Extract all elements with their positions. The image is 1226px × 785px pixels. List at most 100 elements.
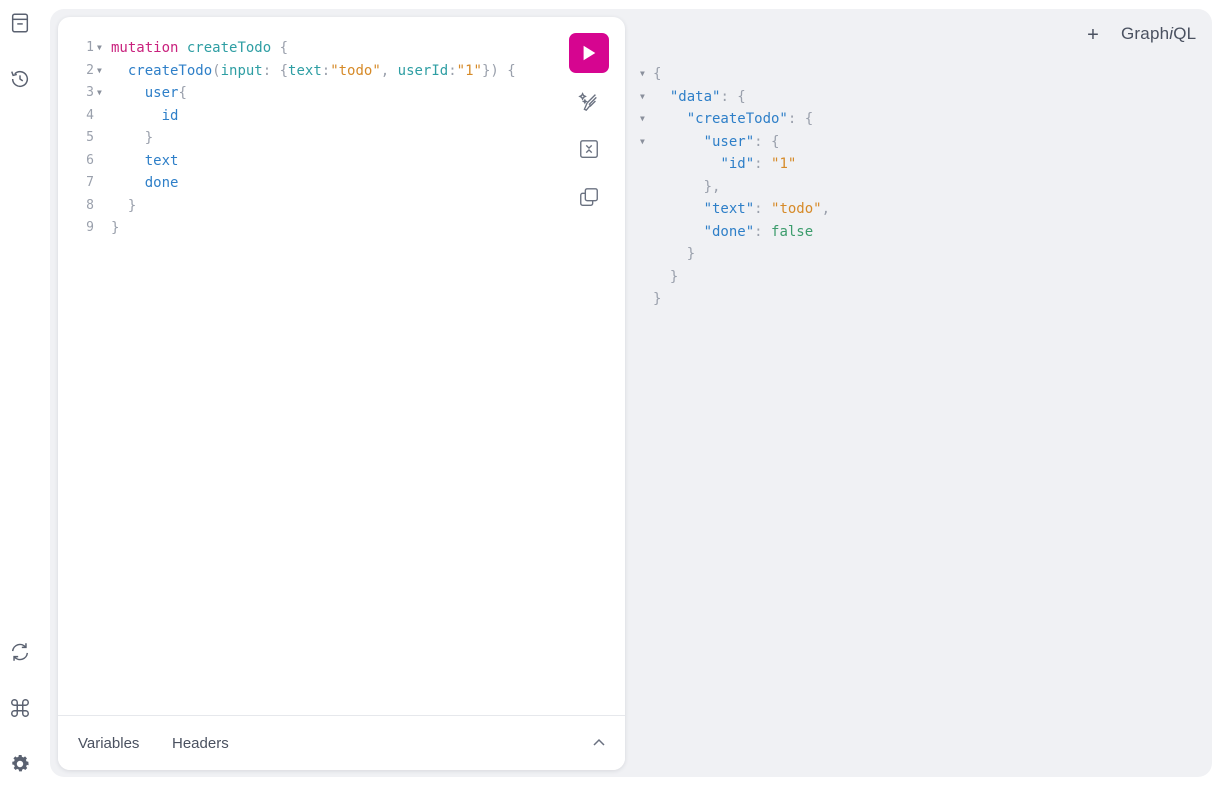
code-line: 1 ▼ mutation createTodo { bbox=[58, 37, 558, 60]
code-token: { bbox=[279, 62, 289, 79]
code-token: , bbox=[380, 62, 398, 79]
shortcuts-icon[interactable] bbox=[7, 695, 33, 721]
code-token: createTodo bbox=[127, 62, 213, 79]
code-token: "id" bbox=[720, 156, 755, 172]
result-content: "id": "1" bbox=[653, 153, 796, 176]
result-line: ▼ "data": { bbox=[638, 86, 1198, 109]
code-token: "done" bbox=[703, 223, 755, 240]
code-token: done bbox=[144, 175, 179, 191]
history-icon[interactable] bbox=[7, 66, 33, 92]
code-token: input bbox=[220, 62, 263, 79]
prettify-icon bbox=[578, 92, 597, 112]
code-token: "1" bbox=[771, 156, 797, 172]
result-content: "text": "todo", bbox=[653, 198, 830, 221]
code-token: user bbox=[144, 85, 179, 101]
code-token: text bbox=[288, 62, 322, 79]
result-line: "done": false bbox=[638, 221, 1198, 244]
result-content: "done": false bbox=[653, 221, 814, 244]
code-token: }, bbox=[703, 178, 721, 195]
graphiql-logo: GraphiQL bbox=[1121, 24, 1196, 44]
line-number: 4 bbox=[86, 107, 94, 123]
fold-toggle-icon[interactable]: ▼ bbox=[640, 131, 645, 154]
code-line: 7 done bbox=[58, 172, 558, 195]
result-line: ▼ "user": { bbox=[638, 131, 1198, 154]
merge-fragments-button[interactable] bbox=[577, 137, 601, 161]
result-content: "createTodo": { bbox=[653, 108, 813, 131]
code-content: } bbox=[111, 127, 153, 150]
code-content: mutation createTodo { bbox=[111, 37, 288, 60]
fold-toggle-icon[interactable]: ▼ bbox=[97, 82, 102, 105]
variables-tab[interactable]: Variables bbox=[78, 735, 139, 752]
copy-query-button[interactable] bbox=[577, 185, 601, 209]
editor-tools-bar: Variables Headers bbox=[58, 715, 625, 770]
code-line: 6 text bbox=[58, 150, 558, 173]
line-number: 2 bbox=[86, 62, 94, 78]
result-content: } bbox=[653, 243, 695, 266]
result-line: ▼{ bbox=[638, 63, 1198, 86]
fold-toggle-icon[interactable]: ▼ bbox=[640, 108, 645, 131]
code-token: } bbox=[669, 268, 679, 285]
code-token: "data" bbox=[669, 88, 721, 105]
result-line: "text": "todo", bbox=[638, 198, 1198, 221]
merge-icon bbox=[580, 140, 598, 158]
code-token: { bbox=[178, 85, 187, 101]
code-token: { bbox=[804, 111, 814, 127]
line-number: 5 bbox=[86, 130, 94, 145]
code-content: text bbox=[111, 150, 179, 173]
code-content: createTodo(input: {text:"todo", userId:"… bbox=[111, 60, 516, 83]
code-token: "todo" bbox=[771, 201, 822, 217]
query-editor[interactable]: 1 ▼ mutation createTodo {2 ▼ createTodo(inp… bbox=[58, 17, 625, 770]
code-content: user{ bbox=[111, 82, 187, 105]
code-token: : bbox=[720, 88, 738, 105]
code-token: { bbox=[279, 40, 289, 56]
logo-prefix: Graph bbox=[1121, 24, 1170, 43]
copy-icon bbox=[580, 188, 598, 206]
code-token: : bbox=[754, 201, 772, 217]
run-button[interactable] bbox=[569, 33, 609, 73]
code-token: id bbox=[161, 107, 179, 124]
prettify-button[interactable] bbox=[577, 89, 601, 113]
code-content: id bbox=[111, 105, 179, 128]
line-number: 6 bbox=[86, 152, 94, 168]
code-token: text bbox=[144, 152, 179, 169]
code-token: } bbox=[686, 246, 696, 262]
fold-toggle-icon[interactable]: ▼ bbox=[97, 37, 102, 60]
fold-toggle-icon[interactable]: ▼ bbox=[640, 86, 645, 109]
code-line: 2 ▼ createTodo(input: {text:"todo", userI… bbox=[58, 60, 558, 83]
docs-icon[interactable] bbox=[7, 10, 33, 36]
line-number: 3 bbox=[86, 85, 94, 100]
headers-tab[interactable]: Headers bbox=[172, 735, 229, 752]
code-token: "todo" bbox=[330, 62, 381, 79]
code-line: 9} bbox=[58, 217, 558, 240]
chevron-up-icon[interactable] bbox=[592, 736, 606, 750]
code-token: "createTodo" bbox=[686, 111, 788, 127]
code-content: } bbox=[111, 195, 136, 218]
add-tab-button[interactable]: + bbox=[1085, 25, 1101, 45]
fold-toggle-icon[interactable]: ▼ bbox=[97, 60, 102, 83]
code-token: }) { bbox=[481, 62, 516, 79]
code-token: } bbox=[653, 291, 662, 307]
code-token: : bbox=[448, 62, 457, 79]
code-token: } bbox=[127, 197, 137, 214]
code-token: } bbox=[144, 130, 154, 146]
code-line: 3 ▼ user{ bbox=[58, 82, 558, 105]
play-icon bbox=[583, 45, 596, 61]
refetch-icon[interactable] bbox=[7, 639, 33, 665]
code-line: 4 id bbox=[58, 105, 558, 128]
fold-toggle-icon[interactable]: ▼ bbox=[640, 63, 645, 86]
code-token: "1" bbox=[456, 62, 482, 79]
code-token: mutation bbox=[111, 40, 179, 56]
code-token: userId bbox=[397, 62, 449, 79]
settings-icon[interactable] bbox=[7, 751, 33, 777]
result-line: } bbox=[638, 288, 1198, 311]
query-code[interactable]: 1 ▼ mutation createTodo {2 ▼ createTodo(inp… bbox=[58, 37, 558, 240]
